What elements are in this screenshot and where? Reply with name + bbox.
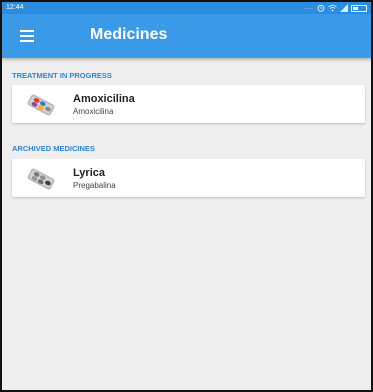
battery-icon	[351, 4, 367, 12]
section-header-treatment: TREATMENT IN PROGRESS	[12, 71, 112, 80]
status-icons: ...	[305, 3, 367, 13]
medicine-card-amoxicilina[interactable]: Amoxicilina Amoxicilina	[12, 85, 365, 123]
status-bar: 12:44 ...	[2, 2, 371, 14]
medicine-generic-name: Amoxicilina	[73, 107, 114, 116]
grey-pills-icon	[27, 168, 55, 190]
page-title: Medicines	[90, 26, 168, 43]
app-bar: Medicines	[2, 14, 371, 58]
wifi-icon	[328, 4, 337, 12]
signal-icon	[340, 4, 348, 12]
medicine-name: Lyrica	[73, 167, 106, 179]
colored-pills-icon	[27, 94, 55, 116]
medicine-card-lyrica[interactable]: Lyrica Pregabalina	[12, 159, 365, 197]
notification-dots: ...	[305, 4, 314, 11]
phone-screen: 12:44 ... Medicines TREATMENT IN PROGRES…	[0, 0, 373, 392]
medicine-name: Amoxicilina	[73, 93, 135, 105]
section-header-archived: ARCHIVED MEDICINES	[12, 144, 95, 153]
alarm-icon	[317, 4, 325, 12]
status-time: 12:44	[6, 4, 24, 11]
menu-icon[interactable]	[16, 27, 40, 45]
medicine-generic-name: Pregabalina	[73, 181, 116, 190]
